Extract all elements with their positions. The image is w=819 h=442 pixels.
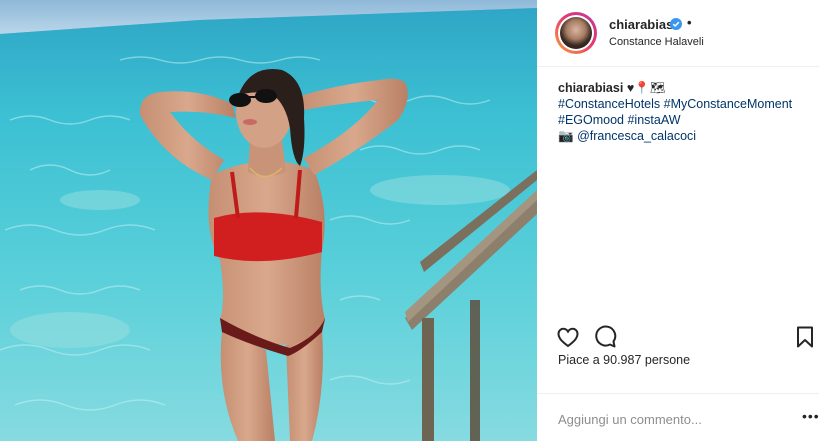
caption-hashtags-line2[interactable]: #EGOmood #instaAW — [558, 112, 808, 128]
comment-input[interactable]: Aggiungi un commento... — [558, 412, 702, 427]
avatar-frame — [558, 15, 594, 51]
post-photo[interactable] — [0, 0, 537, 441]
caption-username[interactable]: chiarabiasi — [558, 81, 623, 95]
more-options-icon[interactable]: ••• — [802, 408, 819, 424]
heart-icon[interactable] — [556, 325, 580, 349]
post-side-panel: chiarabiasi • Constance Halaveli chiarab… — [537, 0, 819, 441]
location-link[interactable]: Constance Halaveli — [609, 36, 704, 48]
verified-badge-icon — [670, 18, 682, 30]
caption-hashtags-line1[interactable]: #ConstanceHotels #MyConstanceMoment — [558, 96, 808, 112]
avatar[interactable] — [555, 12, 597, 54]
caption-credit-mention[interactable]: @francesca_calacoci — [577, 129, 696, 143]
caption: chiarabiasi ♥📍🗺 #ConstanceHotels #MyCons… — [558, 80, 808, 144]
bookmark-icon[interactable] — [793, 325, 817, 349]
comment-box: Aggiungi un commento... ••• — [537, 393, 819, 442]
action-bar — [537, 318, 819, 352]
likes-count[interactable]: Piace a 90.987 persone — [558, 353, 690, 367]
header-separator: • — [687, 15, 692, 30]
comment-icon[interactable] — [593, 325, 617, 349]
avatar-image — [560, 17, 592, 49]
caption-emoji: ♥📍🗺 — [626, 81, 666, 95]
camera-icon: 📷 — [558, 129, 574, 143]
post-header: chiarabiasi • Constance Halaveli — [537, 0, 819, 67]
username-link[interactable]: chiarabiasi — [609, 17, 677, 32]
photo-scene — [0, 0, 537, 441]
